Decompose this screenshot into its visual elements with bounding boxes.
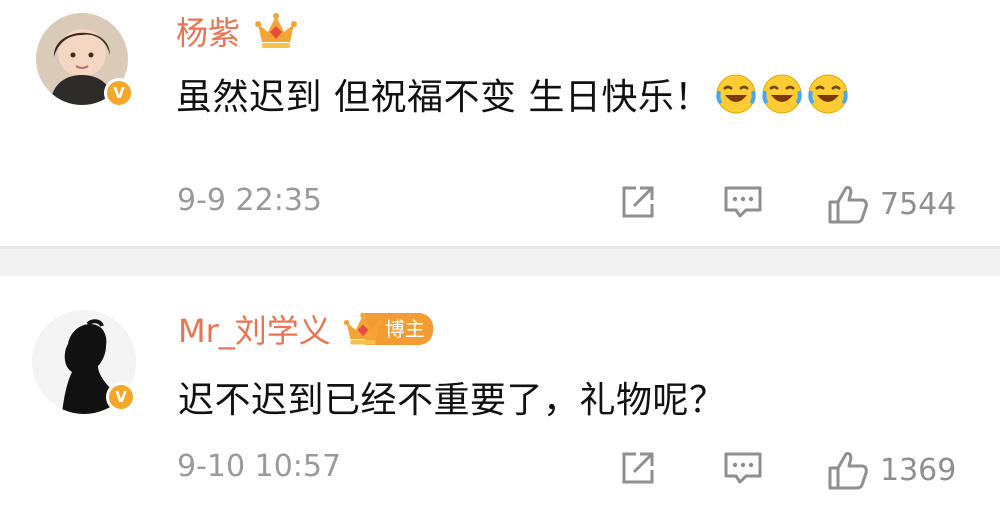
username[interactable]: Mr_刘学义 博主 [178, 306, 433, 352]
like-button[interactable]: 1369 [826, 448, 956, 492]
crown-icon [255, 13, 298, 48]
thumbs-up-icon [828, 186, 868, 224]
laugh-cry-emoji [762, 74, 802, 114]
timestamp: 9-9 22:35 [177, 183, 322, 218]
verified-badge: V [104, 78, 134, 108]
like-button[interactable]: 7544 [826, 182, 956, 226]
reply-button[interactable] [722, 182, 764, 222]
comment-icon [724, 452, 762, 484]
share-button[interactable] [618, 182, 658, 222]
comment-divider [0, 246, 1000, 276]
share-icon [622, 186, 654, 218]
comment-text: 虽然迟到 但祝福不变 生日快乐！ [176, 68, 849, 120]
like-count: 7544 [880, 186, 957, 222]
comment-text: 迟不迟到已经不重要了，礼物呢？ [178, 380, 726, 421]
laugh-cry-emoji [716, 74, 756, 114]
thumbs-up-icon [828, 452, 868, 490]
comment-item: V Mr_刘学义 博主 迟不迟到已经不重要了，礼物呢？ 9-10 10:57 1… [0, 276, 1000, 526]
comment-item: V 杨紫 虽然迟到 但祝福不变 生日快乐！ 9-9 22:35 7544 [0, 0, 1000, 246]
like-count: 1369 [880, 452, 957, 488]
share-button[interactable] [618, 448, 658, 488]
crown-icon [343, 312, 382, 345]
timestamp: 9-10 10:57 [177, 449, 342, 484]
vip-badge: 博主 [343, 309, 433, 349]
username[interactable]: 杨紫 [176, 8, 298, 54]
comment-icon [724, 186, 762, 218]
verified-badge: V [106, 382, 136, 412]
share-icon [622, 452, 654, 484]
laugh-cry-emoji [808, 74, 848, 114]
reply-button[interactable] [722, 448, 764, 488]
